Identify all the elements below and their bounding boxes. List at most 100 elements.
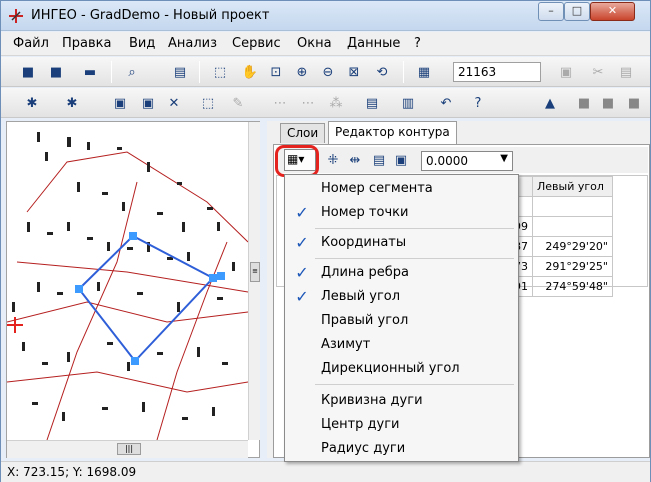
edit-toolbar: ✱ ✱ ▣ ▣ ✕ ⬚ ✎ ⋯ ⋯ ⁂ ▤ ▥ ↶ ? ▲ ■ ■ ■ <box>1 88 650 118</box>
split-node-icon[interactable]: ⁜ <box>324 151 342 169</box>
zoom-extent-icon[interactable]: ⊠ <box>345 63 363 81</box>
columns-dropdown-menu: Номер сегмента ✓ Номер точки ✓ Координат… <box>284 174 519 462</box>
cut-disabled-icon: ✂ <box>592 64 604 80</box>
zoom-window-icon[interactable]: ⊡ <box>267 63 285 81</box>
order-icon-3[interactable]: ■ <box>625 94 643 112</box>
table-cell[interactable] <box>532 196 613 217</box>
close-button[interactable]: ✕ <box>590 2 635 21</box>
editor-toolbar: ▦▾ ⁜ ⇹ ▤ ▣ 0.0000 ▼ <box>276 147 648 173</box>
minimize-button[interactable]: – <box>538 2 564 21</box>
zoom-out-icon[interactable]: ⊖ <box>319 63 337 81</box>
precision-select[interactable]: 0.0000 ▼ <box>421 151 513 171</box>
cursor-coordinates: X: 723.15; Y: 1698.09 <box>7 465 137 479</box>
layers-icon[interactable]: ▦ <box>415 63 433 81</box>
menu-item-arc-center[interactable]: Центр дуги <box>287 413 516 437</box>
highlight-annotation <box>275 145 319 177</box>
menu-help[interactable]: ? <box>414 36 421 51</box>
group-icon[interactable]: ▣ <box>111 94 129 112</box>
database-icon[interactable]: ▬ <box>81 63 99 81</box>
open-project-icon[interactable]: ■ <box>19 63 37 81</box>
column-header[interactable]: Левый угол <box>532 176 613 197</box>
menu-file[interactable]: Файл <box>13 36 49 51</box>
menu-data[interactable]: Данные <box>347 36 400 51</box>
edit-contour-icon[interactable]: ⬚ <box>199 94 217 112</box>
menu-item-edge-length[interactable]: ✓ Длина ребра <box>287 261 516 285</box>
menu-analysis[interactable]: Анализ <box>168 36 217 51</box>
select-cursor-icon[interactable]: ⬚ <box>211 63 229 81</box>
menu-edit[interactable]: Правка <box>62 36 111 51</box>
menu-item-point-number[interactable]: ✓ Номер точки <box>287 201 516 225</box>
menu-service[interactable]: Сервис <box>232 36 281 51</box>
find-icon[interactable]: ⌕ <box>123 63 141 81</box>
report-icon[interactable]: ▥ <box>399 94 417 112</box>
undo-icon[interactable]: ↶ <box>437 94 455 112</box>
tab-layers[interactable]: Слои <box>280 123 326 143</box>
precision-value: 0.0000 <box>426 154 468 168</box>
menu-item-arc-radius[interactable]: Радиус дуги <box>287 437 516 461</box>
map-vertical-scrollbar[interactable]: ≡ <box>248 122 260 440</box>
draw-disabled-icon: ✎ <box>232 95 244 111</box>
check-icon <box>291 179 313 199</box>
order-icon-2[interactable]: ■ <box>599 94 617 112</box>
horizontal-scroll-thumb[interactable]: ||| <box>117 443 141 455</box>
check-icon: ✓ <box>295 287 309 306</box>
menu-view[interactable]: Вид <box>129 36 155 51</box>
copy-document-icon[interactable]: ▣ <box>392 151 410 169</box>
vertical-scroll-thumb[interactable]: ≡ <box>250 262 260 282</box>
menu-bar: Файл Правка Вид Анализ Сервис Окна Данны… <box>1 32 650 56</box>
new-object-icon[interactable]: ✱ <box>23 94 41 112</box>
main-toolbar: ■ ■ ▬ ⌕ ▤ ⬚ ✋ ⊡ ⊕ ⊖ ⊠ ⟲ ▦ 21163 ▣ ✂ ▤ <box>1 57 650 87</box>
menu-item-right-angle[interactable]: Правый угол <box>287 309 516 333</box>
map-view[interactable]: ≡ ||| <box>6 121 260 458</box>
tab-contour-editor[interactable]: Редактор контура <box>328 121 457 144</box>
status-bar: X: 723.15; Y: 1698.09 <box>1 461 650 482</box>
check-icon <box>291 359 313 379</box>
object-type-icon[interactable]: ✱ <box>63 94 81 112</box>
menu-item-coordinates[interactable]: ✓ Координаты <box>287 231 516 255</box>
document-icon[interactable]: ▤ <box>370 151 388 169</box>
move-node-icon[interactable]: ⇹ <box>346 151 364 169</box>
node-add-disabled-icon: ⋯ <box>301 95 315 111</box>
ungroup-icon[interactable]: ▣ <box>139 94 157 112</box>
table-cell[interactable]: 291°29'25" <box>532 256 613 277</box>
app-logo-icon <box>9 9 23 23</box>
bring-front-icon[interactable]: ▲ <box>541 94 559 112</box>
check-icon <box>291 439 313 459</box>
zoom-previous-icon[interactable]: ⟲ <box>373 63 391 81</box>
pan-hand-icon[interactable]: ✋ <box>241 63 259 81</box>
menu-item-arc-curvature[interactable]: Кривизна дуги <box>287 389 516 413</box>
layer-id-field[interactable]: 21163 <box>453 62 541 82</box>
check-icon <box>291 415 313 435</box>
chevron-down-icon: ▼ <box>500 153 508 164</box>
save-project-icon[interactable]: ■ <box>47 63 65 81</box>
menu-item-segment-number[interactable]: Номер сегмента <box>287 177 516 201</box>
table-view-icon[interactable]: ▤ <box>363 94 381 112</box>
order-icon-1[interactable]: ■ <box>575 94 593 112</box>
help-pointer-icon[interactable]: ? <box>469 94 487 112</box>
print-icon[interactable]: ▤ <box>171 63 189 81</box>
check-icon: ✓ <box>295 203 309 222</box>
zoom-in-icon[interactable]: ⊕ <box>293 63 311 81</box>
menu-item-left-angle[interactable]: ✓ Левый угол <box>287 285 516 309</box>
menu-item-azimuth[interactable]: Азимут <box>287 333 516 357</box>
check-icon <box>291 391 313 411</box>
check-icon: ✓ <box>295 263 309 282</box>
title-bar: ИНГЕО - GradDemo - Новый проект – □ ✕ <box>1 1 650 31</box>
menu-item-direction-angle[interactable]: Дирекционный угол <box>287 357 516 381</box>
paste-disabled-icon: ▤ <box>619 64 633 80</box>
table-cell[interactable] <box>532 216 613 237</box>
copy-disabled-icon: ▣ <box>559 64 573 80</box>
table-cell[interactable]: 249°29'20" <box>532 236 613 257</box>
check-icon: ✓ <box>295 233 309 252</box>
node-disabled-icon: ⋯ <box>273 95 287 111</box>
table-cell[interactable]: 274°59'48" <box>532 276 613 297</box>
snap-disabled-icon: ⁂ <box>329 95 343 111</box>
city-map-canvas[interactable] <box>7 122 248 440</box>
menu-windows[interactable]: Окна <box>297 36 332 51</box>
window-title: ИНГЕО - GradDemo - Новый проект <box>31 8 270 23</box>
delete-object-icon[interactable]: ✕ <box>165 94 183 112</box>
map-horizontal-scrollbar[interactable]: ||| <box>7 440 248 458</box>
maximize-button[interactable]: □ <box>564 2 590 21</box>
check-icon <box>291 311 313 331</box>
check-icon <box>291 335 313 355</box>
